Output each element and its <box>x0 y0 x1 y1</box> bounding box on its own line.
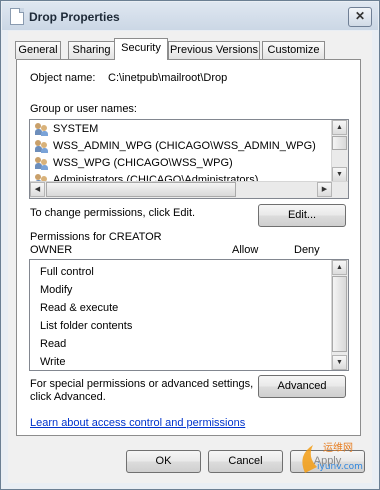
permission-write: Write <box>40 356 66 368</box>
tab-sharing[interactable]: Sharing <box>68 41 115 59</box>
tab-customize[interactable]: Customize <box>262 41 325 59</box>
permissions-scrollbar[interactable]: ▲ ▼ <box>331 260 348 370</box>
list-item-label: WSS_WPG (CHICAGO\WSS_WPG) <box>53 157 233 169</box>
tab-general[interactable]: General <box>15 41 61 59</box>
window-title: Drop Properties <box>29 10 120 24</box>
properties-dialog: Drop Properties ✕ General Sharing Securi… <box>0 0 380 490</box>
permissions-list[interactable]: Full control Modify Read & execute List … <box>29 259 349 371</box>
scroll-thumb[interactable] <box>332 136 347 150</box>
object-name-label: Object name: <box>30 72 96 84</box>
scroll-down-arrow-icon[interactable]: ▼ <box>332 167 347 182</box>
object-name-value: C:\inetpub\mailroot\Drop <box>108 72 228 84</box>
permission-read-execute: Read & execute <box>40 302 119 314</box>
special-permissions-text-line2: click Advanced. <box>30 391 106 403</box>
list-item-label: WSS_ADMIN_WPG (CHICAGO\WSS_ADMIN_WPG) <box>53 140 316 152</box>
permission-list-folder-contents: List folder contents <box>40 320 133 332</box>
permissions-for-label-line2: OWNER <box>30 244 73 256</box>
users-icon <box>35 122 49 136</box>
list-item-label: SYSTEM <box>53 123 99 135</box>
folder-properties-icon <box>10 8 24 25</box>
title-bar[interactable]: Drop Properties ✕ <box>2 2 378 30</box>
dialog-client: General Sharing Security Previous Versio… <box>8 31 372 483</box>
advanced-button[interactable]: Advanced <box>258 375 346 398</box>
permissions-for-label: Permissions for CREATOR <box>30 231 162 243</box>
horizontal-scroll-thumb[interactable] <box>46 182 236 197</box>
change-permissions-text: To change permissions, click Edit. <box>30 207 196 219</box>
users-icon <box>35 139 49 153</box>
ok-button[interactable]: OK <box>126 450 201 473</box>
permission-read: Read <box>40 338 67 350</box>
users-icon <box>35 156 49 170</box>
group-user-list[interactable]: SYSTEM WSS_ADMIN_WPG (CHICAGO\WSS_ADMIN_… <box>29 119 349 199</box>
allow-column-header: Allow <box>232 244 259 256</box>
cancel-button[interactable]: Cancel <box>208 450 283 473</box>
vertical-scrollbar[interactable]: ▲ ▼ <box>331 120 348 182</box>
edit-button[interactable]: Edit... <box>258 204 346 227</box>
list-item[interactable]: WSS_ADMIN_WPG (CHICAGO\WSS_ADMIN_WPG) <box>35 138 316 155</box>
security-panel: Object name: C:\inetpub\mailroot\Drop Gr… <box>16 59 361 436</box>
apply-button[interactable]: Apply <box>290 450 365 473</box>
group-names-label: Group or user names: <box>30 103 137 115</box>
learn-access-control-link[interactable]: Learn about access control and permissio… <box>30 417 245 429</box>
list-item[interactable]: SYSTEM <box>35 121 98 138</box>
permission-modify: Modify <box>40 284 73 296</box>
horizontal-scrollbar[interactable]: ◀ ▶ <box>30 181 348 198</box>
scroll-thumb[interactable] <box>332 276 347 352</box>
scroll-left-arrow-icon[interactable]: ◀ <box>30 182 45 197</box>
deny-column-header: Deny <box>294 244 320 256</box>
list-item[interactable]: WSS_WPG (CHICAGO\WSS_WPG) <box>35 155 233 172</box>
scroll-up-arrow-icon[interactable]: ▲ <box>332 260 347 275</box>
permission-full-control: Full control <box>40 266 94 278</box>
scroll-down-arrow-icon[interactable]: ▼ <box>332 355 347 370</box>
close-button[interactable]: ✕ <box>348 7 372 27</box>
scroll-right-arrow-icon[interactable]: ▶ <box>317 182 332 197</box>
tab-previous-versions[interactable]: Previous Versions <box>168 41 260 59</box>
special-permissions-text: For special permissions or advanced sett… <box>30 378 254 390</box>
scroll-up-arrow-icon[interactable]: ▲ <box>332 120 347 135</box>
tab-security[interactable]: Security <box>114 38 168 60</box>
